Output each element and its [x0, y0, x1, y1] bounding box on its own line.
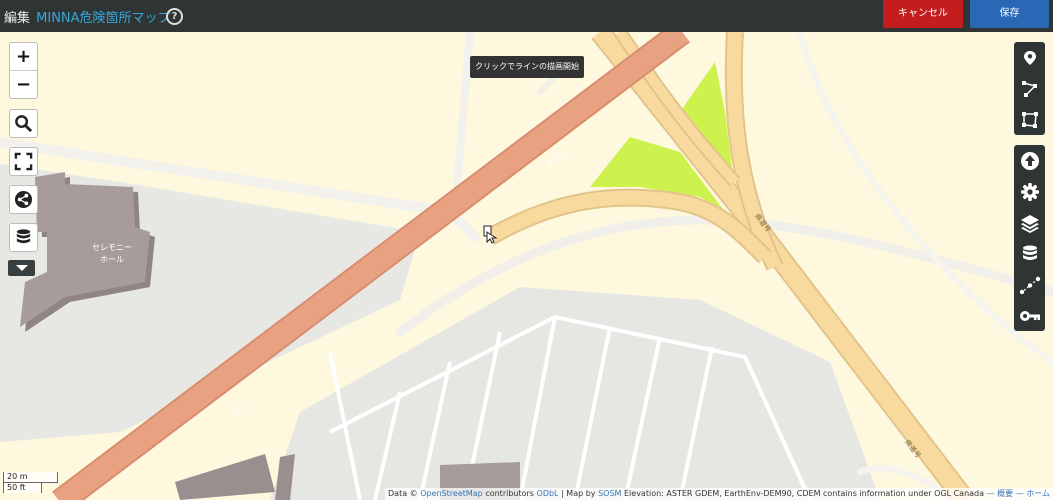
settings-button[interactable]: [1014, 176, 1045, 207]
zoom-out-button[interactable]: −: [10, 70, 37, 98]
draw-toolbar: [1014, 42, 1045, 135]
key-button[interactable]: [1014, 300, 1045, 331]
tilelayer-switcher-button[interactable]: [1014, 269, 1045, 300]
attrib-contributors: contributors: [485, 489, 534, 498]
building-label: セレモニーホール: [92, 243, 132, 264]
cancel-button[interactable]: キャンセル: [883, 0, 963, 28]
attrib-prefix: Data ©: [388, 489, 418, 498]
attrib-mapby: | Map by: [561, 489, 596, 498]
key-icon: [1019, 310, 1040, 321]
scale-imperial: 50 ft: [3, 482, 42, 493]
map-name[interactable]: MINNA危険箇所マップ: [36, 11, 170, 26]
scale-control: 20 m 50 ft: [3, 472, 58, 493]
draw-tooltip: クリックでラインの描画開始: [470, 56, 584, 78]
upload-icon: [1020, 151, 1039, 170]
search-icon: [15, 115, 33, 133]
save-button[interactable]: 保存: [970, 0, 1049, 28]
datalayers-button[interactable]: [1014, 238, 1045, 269]
share-button[interactable]: [9, 185, 38, 214]
layers-button[interactable]: [1014, 207, 1045, 238]
help-icon[interactable]: ?: [166, 8, 183, 25]
attribution: Data © OpenStreetMap contributors ODbL |…: [385, 488, 1053, 500]
top-bar: 編集 MINNA危険箇所マップ ? キャンセル 保存: [0, 0, 1053, 32]
layers-icon: [1020, 214, 1039, 233]
attrib-elevation: Elevation: ASTER GDEM, EarthEnv-DEM90, C…: [624, 489, 985, 498]
attrib-overview-link[interactable]: 概要: [997, 489, 1013, 498]
attrib-home-link[interactable]: ホーム: [1026, 489, 1050, 498]
fullscreen-icon: [14, 152, 33, 171]
polyline-icon: [1021, 80, 1037, 97]
more-controls-icon[interactable]: [8, 260, 35, 276]
search-button[interactable]: [9, 109, 38, 138]
marker-icon: [1023, 50, 1036, 65]
upload-button[interactable]: [1014, 145, 1045, 176]
attrib-osm-link[interactable]: OpenStreetMap: [420, 489, 483, 498]
zoom-control: + −: [9, 42, 38, 99]
polygon-icon: [1021, 111, 1038, 128]
map-title[interactable]: 編集 MINNA危険箇所マップ: [4, 7, 171, 26]
app-root: セレモニーホール 国道号 県道 県道号 県道号 編集 MINNA危険箇所マップ …: [0, 0, 1053, 500]
map-canvas[interactable]: セレモニーホール 国道号 県道 県道号 県道号: [0, 21, 1053, 500]
edit-label: 編集: [4, 11, 31, 26]
zoom-in-button[interactable]: +: [10, 43, 37, 70]
tilelayer-switcher-icon: [1019, 276, 1040, 294]
fullscreen-button[interactable]: [9, 147, 38, 176]
data-layers-icon: [16, 229, 31, 244]
settings-toolbar: [1014, 145, 1045, 331]
datalayers-icon: [1022, 245, 1037, 260]
attrib-dash-2: —: [1015, 489, 1024, 498]
draw-polyline-button[interactable]: [1014, 73, 1045, 104]
data-layers-button[interactable]: [9, 223, 38, 252]
draw-marker-button[interactable]: [1014, 42, 1045, 73]
settings-icon: [1020, 182, 1039, 201]
attrib-dash-1: —: [986, 489, 995, 498]
attrib-odbl-link[interactable]: ODbL: [537, 489, 559, 498]
share-icon: [14, 190, 33, 209]
draw-polygon-button[interactable]: [1014, 104, 1045, 135]
map-svg[interactable]: [0, 21, 1053, 500]
attrib-sosm-link[interactable]: SOSM: [598, 489, 621, 498]
